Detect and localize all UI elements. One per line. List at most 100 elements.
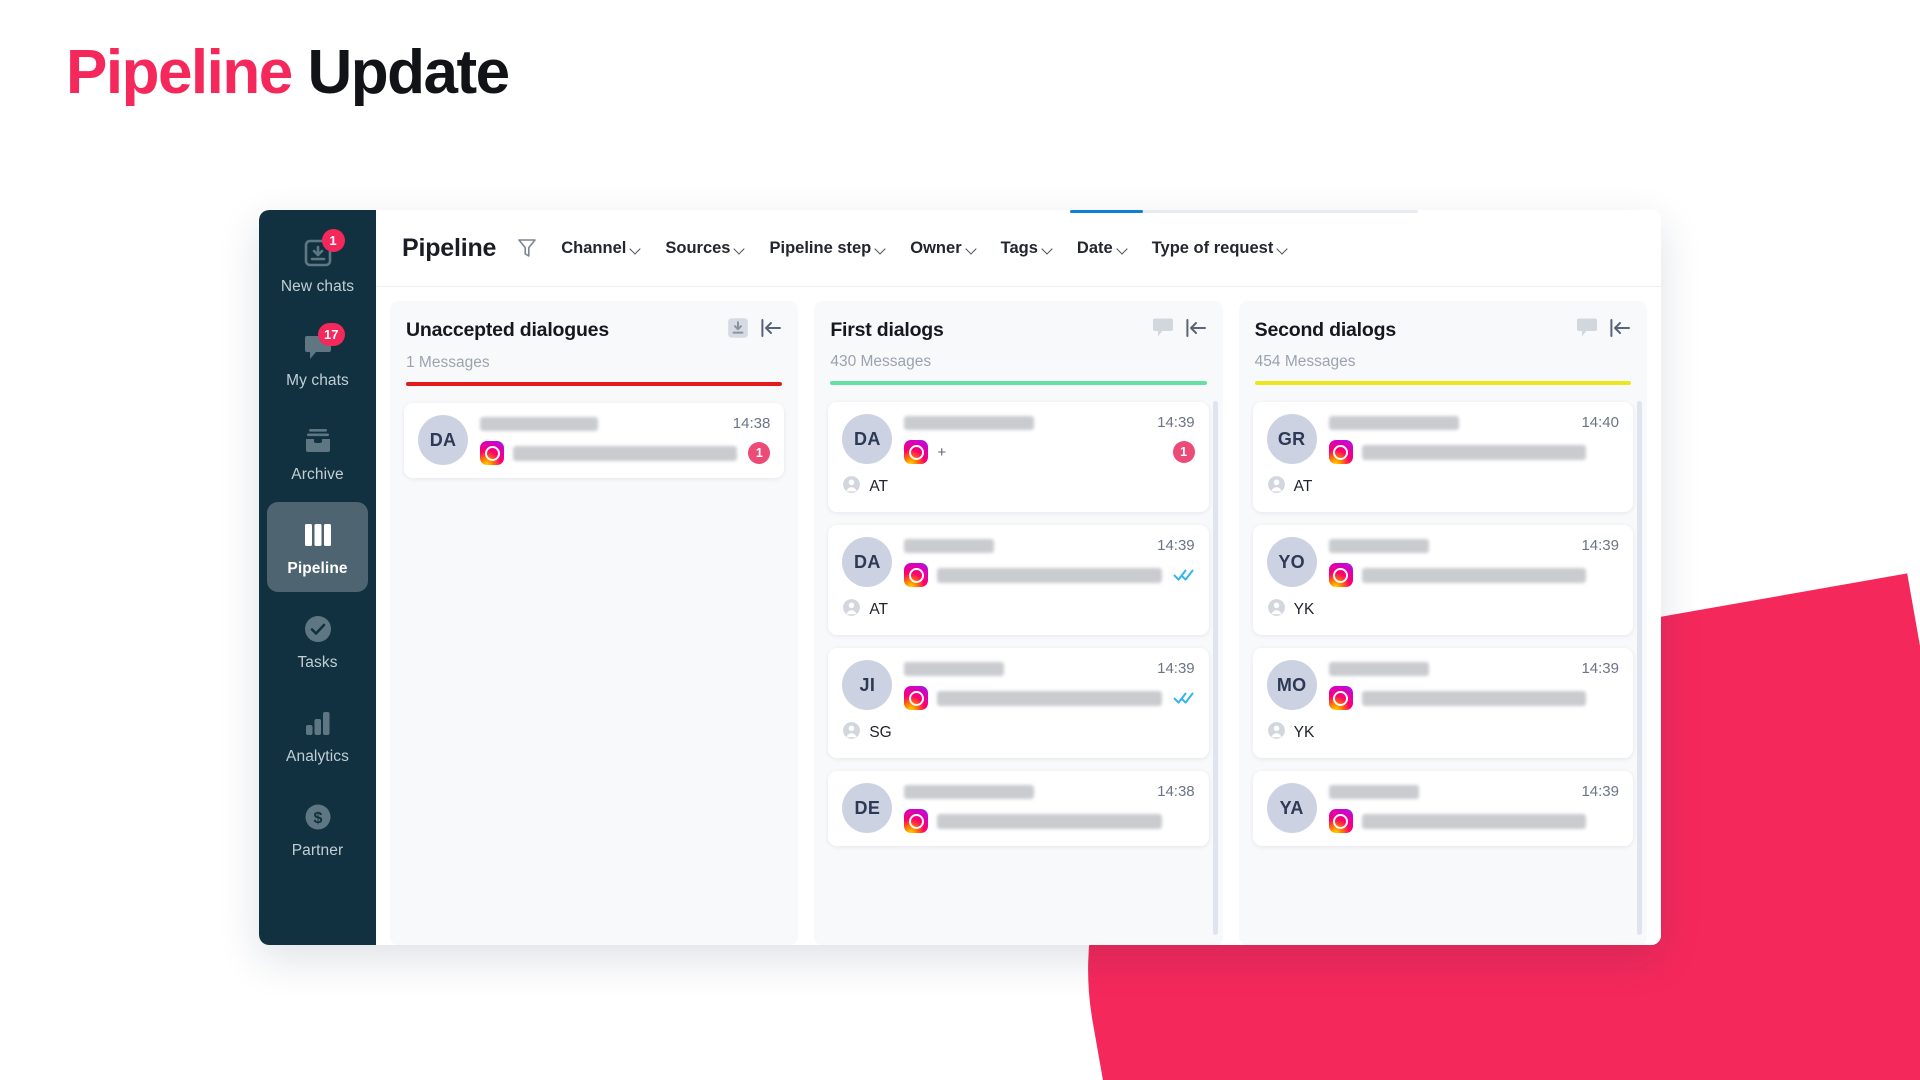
inbox-download-icon[interactable]: [727, 317, 749, 344]
card-time: 14:38: [732, 415, 771, 432]
chevron-down-icon: [1043, 244, 1053, 254]
sidebar-item-archive[interactable]: Archive: [267, 408, 368, 498]
owner-initials: AT: [869, 478, 888, 495]
sidebar-item-new-chats[interactable]: 1 New chats: [267, 220, 368, 310]
filter-channel-label: Channel: [561, 238, 627, 257]
check-circle-icon: [301, 612, 335, 646]
sidebar-label-new-chats: New chats: [280, 277, 355, 295]
slide-canvas: Pipeline Update 1 New chats 17 My chats …: [0, 0, 1920, 1080]
chevron-down-icon: [735, 244, 745, 254]
filter-tags[interactable]: Tags: [1001, 239, 1053, 258]
avatar: DA: [842, 414, 893, 464]
card-time: 14:39: [1581, 537, 1619, 554]
columns-icon: [301, 518, 335, 552]
person-icon: [1267, 475, 1286, 499]
filter-pipeline-step[interactable]: Pipeline step: [769, 239, 886, 258]
svg-text:$: $: [313, 810, 322, 827]
page-title: Pipeline Update: [66, 42, 510, 104]
column-card-list: DA 14:39 + 1 AT DA 14:39 AT JI 14:39 SG …: [814, 385, 1222, 945]
card-owner: YK: [1267, 598, 1619, 622]
message-preview-redacted: [1361, 567, 1586, 583]
card-owner: YK: [1267, 721, 1619, 745]
owner-initials: AT: [869, 601, 888, 618]
loading-progress-fill: [1070, 210, 1144, 213]
toolbar: Pipeline Channel Sources Pipeline step O…: [376, 210, 1661, 287]
dialog-card[interactable]: DA 14:38 1: [404, 403, 785, 478]
dialog-card[interactable]: DE 14:38: [828, 771, 1209, 846]
contact-name-redacted: [904, 415, 1035, 430]
collapse-left-icon[interactable]: [1185, 318, 1207, 343]
instagram-icon: [1328, 440, 1353, 464]
owner-initials: SG: [869, 724, 892, 741]
sidebar-item-tasks[interactable]: Tasks: [267, 596, 368, 686]
dollar-circle-icon: $: [301, 800, 335, 834]
filter-pipeline-step-label: Pipeline step: [769, 238, 872, 257]
card-owner: AT: [842, 475, 1194, 499]
column-scrollbar[interactable]: [1212, 401, 1218, 935]
dialog-card[interactable]: DA 14:39 + 1 AT: [828, 402, 1209, 512]
card-owner: AT: [842, 598, 1194, 622]
dialog-card[interactable]: JI 14:39 SG: [828, 648, 1209, 758]
chat-bubble-icon[interactable]: [1152, 317, 1174, 343]
board-column-first-dialogs: First dialogs 430 Messages DA 14:39 + 1 …: [814, 301, 1223, 945]
owner-initials: YK: [1293, 601, 1315, 618]
chevron-down-icon: [1278, 244, 1288, 254]
filter-type-of-request-label: Type of request: [1151, 238, 1274, 257]
sidebar-badge-new-chats: 1: [321, 228, 345, 252]
filter-owner[interactable]: Owner: [910, 239, 976, 258]
avatar: MO: [1266, 660, 1317, 710]
card-time: 14:39: [1157, 537, 1195, 554]
filter-sources[interactable]: Sources: [665, 239, 745, 258]
filter-type-of-request[interactable]: Type of request: [1152, 239, 1289, 258]
message-preview-redacted: [513, 445, 738, 461]
sidebar-label-archive: Archive: [291, 465, 344, 483]
message-preview-redacted: [1361, 444, 1586, 460]
column-header: Second dialogs 454 Messages: [1239, 301, 1647, 385]
sidebar-item-pipeline[interactable]: Pipeline: [267, 502, 368, 592]
avatar: YA: [1266, 783, 1317, 833]
column-header: Unaccepted dialogues 1 Messages: [390, 301, 798, 386]
person-icon: [1267, 598, 1286, 622]
column-message-count: 1 Messages: [406, 354, 490, 371]
dialog-card[interactable]: GR 14:40 AT: [1252, 402, 1633, 512]
sidebar-item-analytics[interactable]: Analytics: [267, 690, 368, 780]
card-time: 14:39: [1581, 783, 1619, 800]
filter-channel[interactable]: Channel: [561, 239, 641, 258]
sidebar-label-pipeline: Pipeline: [287, 559, 348, 577]
card-time: 14:39: [1157, 660, 1195, 677]
collapse-left-icon[interactable]: [760, 318, 782, 343]
person-icon: [1267, 721, 1286, 745]
sidebar-label-tasks: Tasks: [297, 653, 338, 671]
dialog-card[interactable]: YA 14:39: [1252, 771, 1633, 846]
sidebar-item-partner[interactable]: $ Partner: [267, 784, 368, 874]
card-time: 14:40: [1581, 414, 1619, 431]
column-header: First dialogs 430 Messages: [814, 301, 1222, 385]
filter-date[interactable]: Date: [1077, 239, 1128, 258]
column-card-list: DA 14:38 1: [390, 386, 798, 945]
contact-name-redacted: [480, 416, 598, 431]
dialog-card[interactable]: YO 14:39 YK: [1252, 525, 1633, 635]
avatar: JI: [842, 660, 893, 710]
inbox-download-icon: 1: [301, 228, 345, 270]
person-icon: [842, 598, 861, 622]
contact-name-redacted: [1328, 661, 1429, 676]
message-preview-redacted: [1361, 690, 1586, 706]
person-icon: [842, 721, 861, 745]
read-receipt-icon: [1173, 691, 1195, 705]
instagram-icon: [904, 563, 929, 587]
chevron-down-icon: [631, 244, 641, 254]
dialog-card[interactable]: MO 14:39 YK: [1252, 648, 1633, 758]
funnel-icon[interactable]: [517, 237, 537, 259]
dialog-card[interactable]: DA 14:39 AT: [828, 525, 1209, 635]
message-preview-redacted: [937, 813, 1162, 829]
avatar: DA: [842, 537, 893, 587]
collapse-left-icon[interactable]: [1609, 318, 1631, 343]
sidebar-item-my-chats[interactable]: 17 My chats: [267, 314, 368, 404]
chevron-down-icon: [876, 244, 886, 254]
column-message-count: 430 Messages: [830, 353, 932, 370]
chat-bubble-icon[interactable]: [1576, 317, 1598, 343]
column-title: Second dialogs: [1254, 318, 1396, 341]
board-column-second-dialogs: Second dialogs 454 Messages GR 14:40 AT …: [1238, 301, 1647, 945]
column-scrollbar[interactable]: [1636, 401, 1642, 935]
sidebar: 1 New chats 17 My chats Archive Pipeline…: [259, 210, 376, 945]
